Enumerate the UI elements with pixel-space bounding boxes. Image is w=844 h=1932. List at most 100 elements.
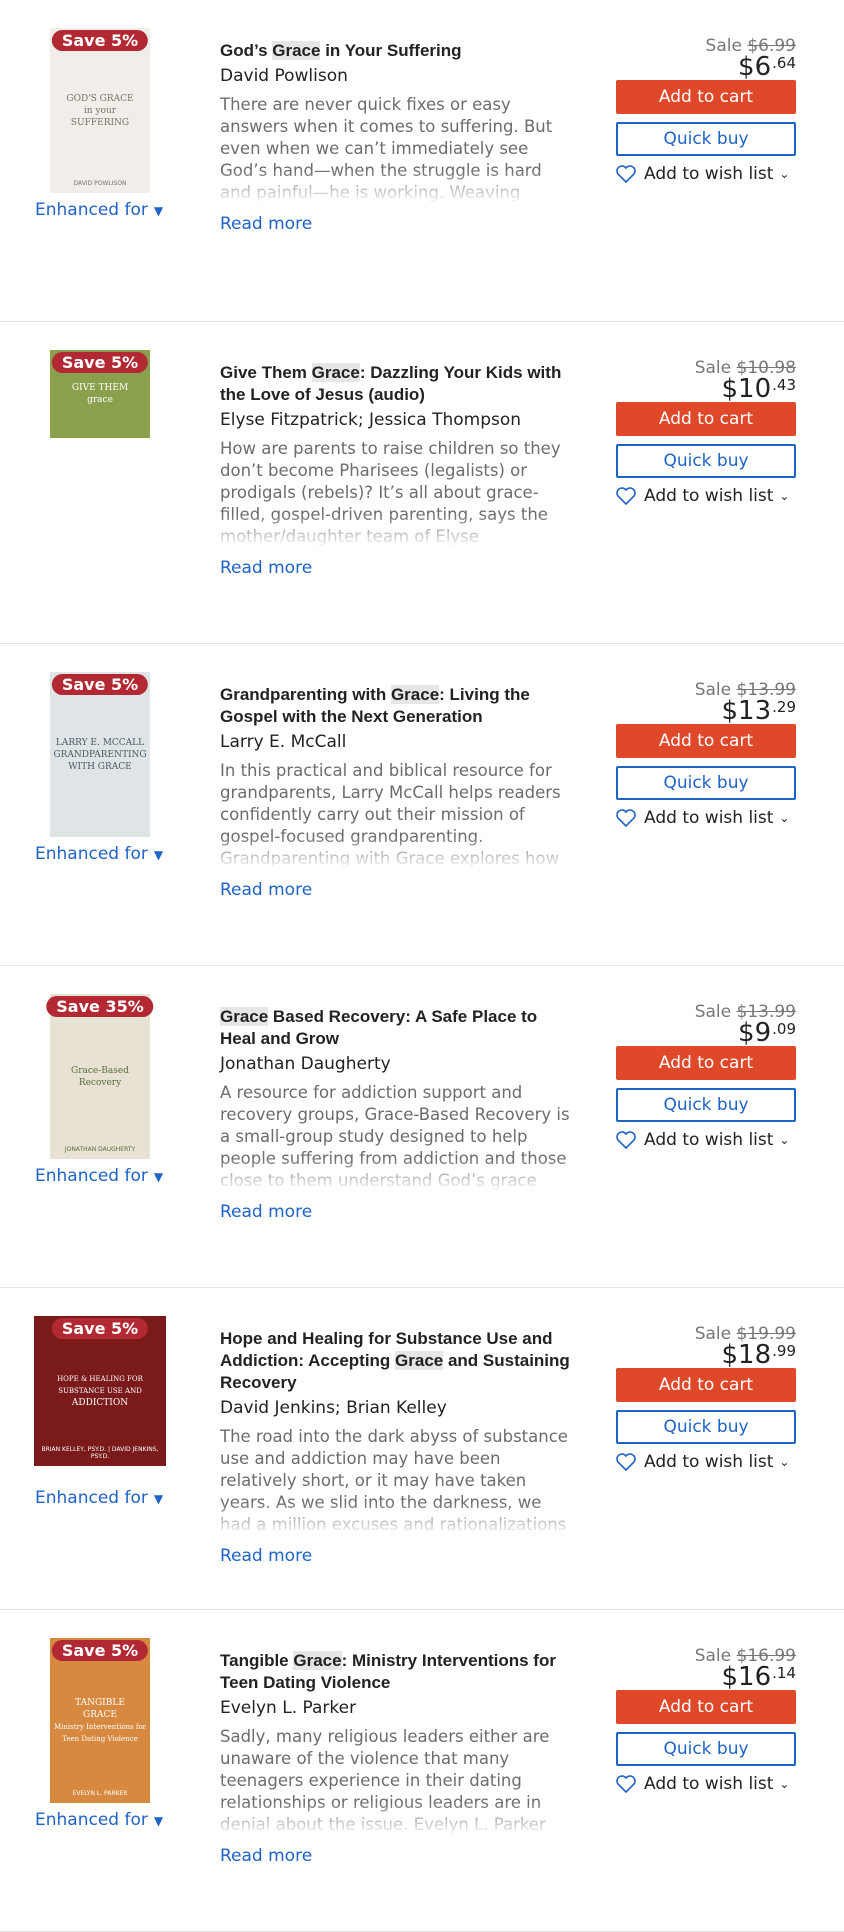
book-cover[interactable]: TANGIBLE GRACE Ministry Interventions for T… (50, 1638, 150, 1803)
cover-area: LARRY E. MCCALL GRANDPARENTING WITH GRACE … (30, 672, 170, 842)
add-to-wish-list-button[interactable]: Add to wish list ⌄ (616, 486, 789, 506)
add-to-wish-list-button[interactable]: Add to wish list ⌄ (616, 1130, 789, 1150)
title-text: in Your Suffering (320, 41, 462, 60)
product-title[interactable]: Tangible Grace: Ministry Interventions f… (220, 1650, 570, 1694)
product-description: The road into the dark abyss of substanc… (220, 1426, 570, 1536)
quick-buy-button[interactable]: Quick buy (616, 766, 796, 800)
add-to-cart-button[interactable]: Add to cart (616, 1046, 796, 1080)
cover-text: TANGIBLE (75, 1697, 125, 1708)
add-to-wish-list-button[interactable]: Add to wish list ⌄ (616, 1452, 789, 1472)
add-to-wish-list-button[interactable]: Add to wish list ⌄ (616, 1774, 789, 1794)
product-title[interactable]: God’s Grace in Your Suffering (220, 40, 570, 62)
wish-list-label: Add to wish list (644, 1774, 774, 1794)
product-author[interactable]: Jonathan Daugherty (220, 1054, 570, 1074)
add-to-cart-button[interactable]: Add to cart (616, 402, 796, 436)
cover-area: TANGIBLE GRACE Ministry Interventions for T… (30, 1638, 170, 1808)
product-description: A resource for addiction support and rec… (220, 1083, 570, 1192)
product-title[interactable]: Hope and Healing for Substance Use and A… (220, 1328, 570, 1394)
product-result: HOPE & HEALING FOR SUBSTANCE USE AND ADDIC… (0, 1288, 844, 1610)
product-result: LARRY E. MCCALL GRANDPARENTING WITH GRACE … (0, 644, 844, 966)
product-author[interactable]: David Powlison (220, 66, 570, 86)
book-cover[interactable]: Grace-Based Recovery JONATHAN DAUGHERTY (50, 994, 150, 1159)
cover-text: LARRY E. MCCALL (55, 737, 145, 748)
enhanced-for-dropdown[interactable]: Enhanced for ▼ (35, 844, 163, 864)
search-results-list: GOD'S GRACE in your SUFFERING DAVID POWLISO… (0, 0, 844, 1932)
cover-art: Grace-Based Recovery JONATHAN DAUGHERTY (50, 994, 150, 1159)
add-to-cart-button[interactable]: Add to cart (616, 724, 796, 758)
cover-text: Grace-Based (71, 1065, 129, 1076)
title-highlight: Grace (220, 1007, 269, 1026)
heart-icon (616, 1131, 636, 1149)
read-more-link[interactable]: Read more (220, 1202, 312, 1222)
book-cover[interactable]: LARRY E. MCCALL GRANDPARENTING WITH GRACE (50, 672, 150, 837)
save-badge: Save 35% (46, 996, 154, 1017)
save-badge: Save 5% (51, 30, 149, 51)
chevron-down-icon: ⌄ (779, 811, 790, 825)
read-more-link[interactable]: Read more (220, 880, 312, 900)
cover-text: WITH GRACE (68, 761, 132, 772)
add-to-wish-list-button[interactable]: Add to wish list ⌄ (616, 164, 789, 184)
cover-area: Grace-Based Recovery JONATHAN DAUGHERTY Sa… (30, 994, 170, 1164)
product-details: God’s Grace in Your Suffering David Powl… (220, 40, 570, 234)
read-more-link[interactable]: Read more (220, 558, 312, 578)
cover-author-text: JONATHAN DAUGHERTY (64, 1146, 136, 1153)
add-to-wish-list-button[interactable]: Add to wish list ⌄ (616, 808, 789, 828)
read-more-link[interactable]: Read more (220, 1546, 312, 1566)
title-highlight: Grace (311, 363, 360, 382)
enhanced-for-dropdown[interactable]: Enhanced for ▼ (35, 200, 163, 220)
enhanced-for-dropdown[interactable]: Enhanced for ▼ (35, 1810, 163, 1830)
add-to-cart-button[interactable]: Add to cart (616, 1368, 796, 1402)
chevron-down-icon: ▼ (153, 848, 164, 862)
quick-buy-button[interactable]: Quick buy (616, 1732, 796, 1766)
product-title[interactable]: Grace Based Recovery: A Safe Place to He… (220, 1006, 570, 1050)
product-description: How are parents to raise children so the… (220, 438, 570, 548)
price-dollars: $16 (721, 1662, 772, 1692)
title-highlight: Grace (390, 685, 440, 704)
enhanced-for-label: Enhanced for (35, 844, 148, 864)
chevron-down-icon: ▼ (153, 204, 164, 218)
read-more-link[interactable]: Read more (220, 214, 312, 234)
product-title[interactable]: Grandparenting with Grace: Living the Go… (220, 684, 570, 728)
enhanced-for-dropdown[interactable]: Enhanced for ▼ (35, 1166, 163, 1186)
cover-text: SUBSTANCE USE AND (58, 1387, 142, 1395)
chevron-down-icon: ⌄ (779, 1133, 790, 1147)
cover-text: Recovery (78, 1077, 122, 1088)
cover-author-text: DAVID POWLISON (73, 180, 127, 187)
product-details: Grandparenting with Grace: Living the Go… (220, 684, 570, 900)
quick-buy-button[interactable]: Quick buy (616, 1410, 796, 1444)
chevron-down-icon: ⌄ (779, 1777, 790, 1791)
product-author[interactable]: Elyse Fitzpatrick; Jessica Thompson (220, 410, 570, 430)
add-to-cart-button[interactable]: Add to cart (616, 80, 796, 114)
wish-list-label: Add to wish list (644, 808, 774, 828)
product-author[interactable]: Larry E. McCall (220, 732, 570, 752)
book-cover[interactable]: GOD'S GRACE in your SUFFERING DAVID POWLISO… (50, 28, 150, 193)
product-description: In this practical and biblical resource … (220, 760, 570, 870)
product-result: GOD'S GRACE in your SUFFERING DAVID POWLISO… (0, 0, 844, 322)
read-more-link[interactable]: Read more (220, 1846, 312, 1866)
quick-buy-button[interactable]: Quick buy (616, 1088, 796, 1122)
cover-text: SUFFERING (70, 117, 130, 128)
title-text: Give Them (220, 363, 312, 382)
product-details: Give Them Grace: Dazzling Your Kids with… (220, 362, 570, 578)
quick-buy-button[interactable]: Quick buy (616, 122, 796, 156)
product-author[interactable]: Evelyn L. Parker (220, 1698, 570, 1718)
price-block: Sale $19.99 $18.99 (695, 1324, 796, 1370)
product-details: Tangible Grace: Ministry Interventions f… (220, 1650, 570, 1866)
enhanced-for-label: Enhanced for (35, 200, 148, 220)
product-description: Sadly, many religious leaders either are… (220, 1726, 570, 1836)
quick-buy-button[interactable]: Quick buy (616, 444, 796, 478)
product-author[interactable]: David Jenkins; Brian Kelley (220, 1398, 570, 1418)
chevron-down-icon: ⌄ (779, 489, 790, 503)
product-title[interactable]: Give Them Grace: Dazzling Your Kids with… (220, 362, 570, 406)
enhanced-for-dropdown[interactable]: Enhanced for ▼ (35, 1488, 163, 1508)
cover-text: ADDICTION (71, 1398, 129, 1408)
chevron-down-icon: ▼ (153, 1492, 164, 1506)
price-cents: .99 (772, 1342, 796, 1360)
cover-author-text: EVELYN L. PARKER (72, 1790, 128, 1797)
add-to-cart-button[interactable]: Add to cart (616, 1690, 796, 1724)
cover-text: HOPE & HEALING FOR (57, 1375, 143, 1383)
title-text: God’s (220, 41, 273, 60)
enhanced-for-label: Enhanced for (35, 1488, 148, 1508)
product-result: Grace-Based Recovery JONATHAN DAUGHERTY Sa… (0, 966, 844, 1288)
price-cents: .64 (772, 54, 796, 72)
